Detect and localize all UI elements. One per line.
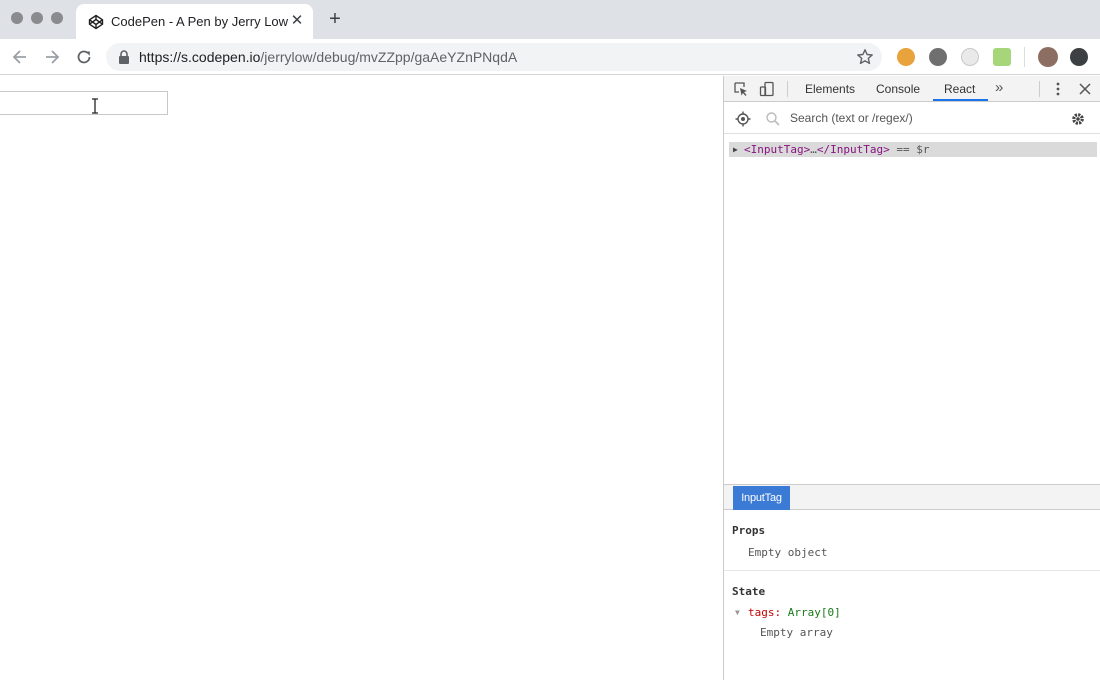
close-tag: </InputTag> (816, 143, 890, 156)
children-ellipsis: … (810, 143, 817, 156)
tab-console[interactable]: Console (876, 82, 920, 96)
update-icon[interactable] (1070, 48, 1088, 66)
state-tags-row[interactable]: tags: Array[0] (748, 606, 841, 619)
new-tab-button[interactable]: + (326, 9, 344, 29)
url-text: https://s.codepen.io/jerrylow/debug/mvZZ… (139, 49, 517, 65)
browser-tab[interactable]: CodePen - A Pen by Jerry Low ✕ (76, 4, 313, 39)
tree-row-text: <InputTag>…</InputTag> == $r (744, 142, 929, 157)
bookmark-star-icon[interactable] (856, 48, 874, 66)
devtools-divider (1039, 81, 1040, 97)
inspect-element-icon[interactable] (733, 81, 749, 97)
expand-arrow-icon[interactable]: ▶ (733, 142, 738, 157)
detail-tab-inputtag[interactable]: InputTag (733, 486, 790, 510)
text-cursor-icon (92, 98, 98, 114)
close-icon[interactable] (1077, 81, 1093, 97)
devtools-search-bar: Search (text or /regex/) (724, 103, 1100, 134)
cookie-extension-icon[interactable] (897, 48, 915, 66)
devtools-divider (787, 81, 788, 97)
devtools-panel: Elements Console React » Search (text or… (723, 76, 1100, 680)
profile-avatar[interactable] (1038, 47, 1058, 67)
url-host: https://s.codepen.io (139, 49, 261, 65)
section-divider (724, 570, 1100, 571)
state-type: Array[0] (787, 606, 841, 619)
browser-titlebar: CodePen - A Pen by Jerry Low ✕ + (0, 0, 1100, 39)
url-path: /jerrylow/debug/mvZZpp/gaAeYZnPNqdA (260, 49, 518, 65)
tab-react[interactable]: React (944, 82, 975, 96)
component-tree: ▶ <InputTag>…</InputTag> == $r (724, 134, 1100, 484)
sheet-extension-icon[interactable] (993, 48, 1011, 66)
collapse-arrow-icon[interactable]: ▼ (735, 608, 740, 617)
state-heading: State (732, 585, 766, 598)
search-icon (766, 112, 780, 126)
component-detail: Props Empty object State ▼ tags: Array[0… (724, 510, 1100, 680)
props-heading: Props (732, 524, 766, 537)
ref-hint: == $r (896, 143, 930, 156)
page-viewport (0, 76, 723, 680)
active-tab-indicator (933, 99, 988, 101)
tree-row-inputtag[interactable]: ▶ <InputTag>…</InputTag> == $r (729, 142, 1097, 157)
extension-icon[interactable] (961, 48, 979, 66)
gear-icon[interactable] (1070, 111, 1086, 127)
locate-component-icon[interactable] (735, 111, 751, 127)
tab-title: CodePen - A Pen by Jerry Low (111, 14, 289, 29)
lock-icon (119, 50, 129, 64)
address-bar[interactable]: https://s.codepen.io/jerrylow/debug/mvZZ… (106, 43, 882, 71)
kebab-menu-icon[interactable] (1050, 81, 1066, 97)
props-value: Empty object (748, 546, 828, 559)
forward-arrow-icon[interactable] (42, 47, 62, 67)
tag-input-field[interactable] (0, 91, 168, 115)
detail-tabbar: InputTag (724, 484, 1100, 510)
maximize-window-button[interactable] (51, 12, 63, 24)
component-search-input[interactable]: Search (text or /regex/) (790, 111, 913, 125)
minimize-window-button[interactable] (31, 12, 43, 24)
close-window-button[interactable] (11, 12, 23, 24)
toolbar-divider (1024, 47, 1025, 67)
more-tabs-icon[interactable]: » (995, 79, 1003, 96)
tab-close-icon[interactable]: ✕ (289, 13, 305, 29)
gear-extension-icon[interactable] (929, 48, 947, 66)
back-arrow-icon[interactable] (10, 47, 30, 67)
codepen-icon (88, 14, 104, 30)
reload-icon[interactable] (74, 47, 94, 67)
device-toolbar-icon[interactable] (759, 81, 775, 97)
devtools-tabbar: Elements Console React » (724, 76, 1100, 102)
tab-elements[interactable]: Elements (805, 82, 855, 96)
open-tag: <InputTag> (744, 143, 811, 156)
browser-toolbar: https://s.codepen.io/jerrylow/debug/mvZZ… (0, 39, 1100, 75)
state-value: Empty array (760, 626, 833, 639)
state-key: tags: (748, 606, 782, 619)
